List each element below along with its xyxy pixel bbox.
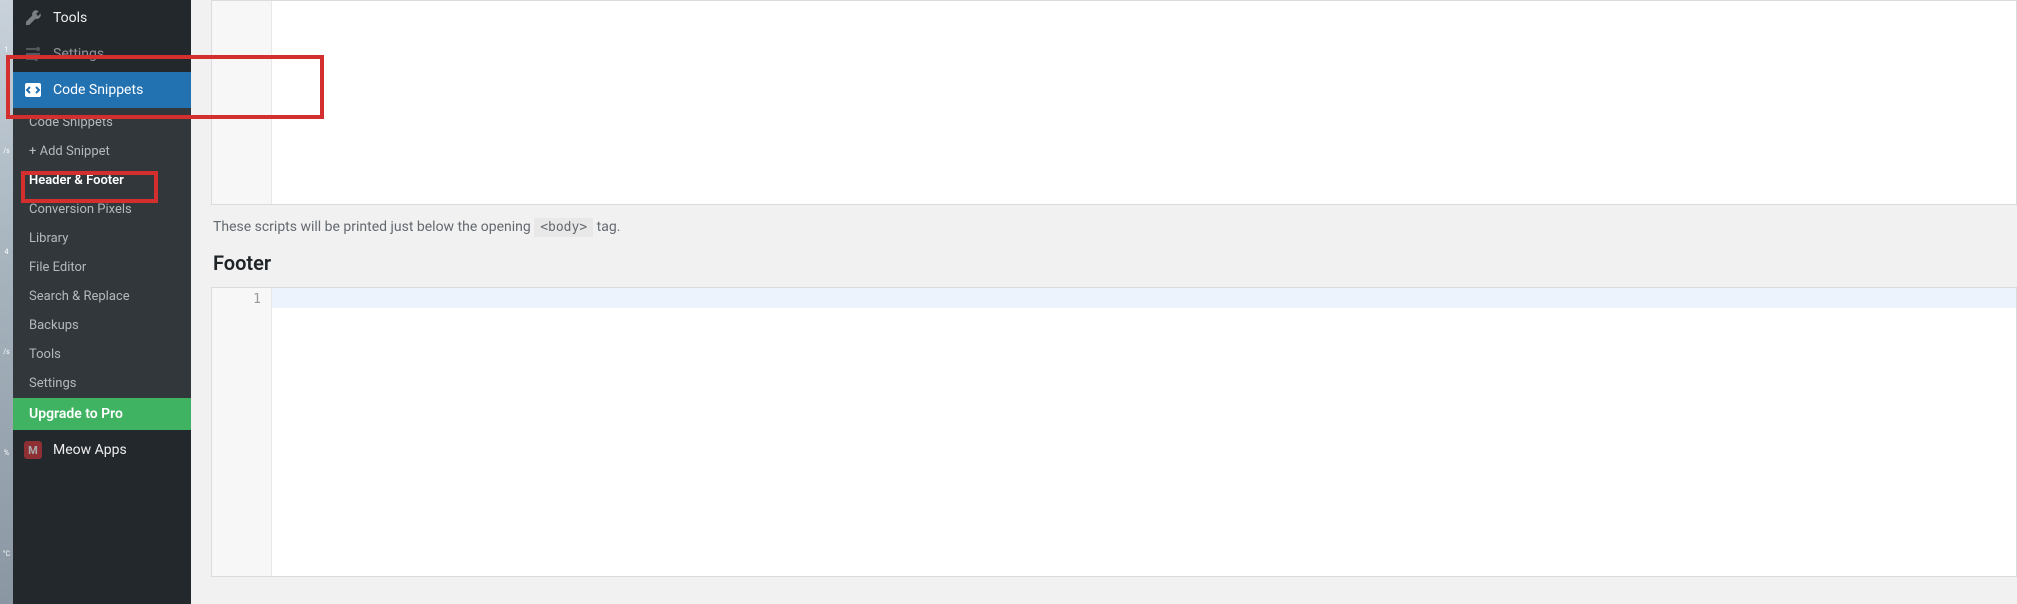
sub-item-header-footer[interactable]: Header & Footer	[13, 166, 191, 195]
edge-stat: 1	[5, 46, 9, 54]
hint-text: tag.	[597, 219, 621, 235]
admin-sidebar: Tools Settings Code Snippets Code Snippe…	[13, 0, 191, 604]
editor-gutter: 1	[212, 288, 272, 576]
hint-text: These scripts will be printed just below…	[213, 219, 534, 235]
sub-item-code-snippets[interactable]: Code Snippets	[13, 108, 191, 137]
edge-stat: °C	[3, 550, 10, 558]
footer-scripts-editor[interactable]: 1	[211, 287, 2017, 577]
footer-section-heading: Footer	[211, 247, 2017, 287]
sliders-icon	[23, 44, 43, 64]
editor-gutter	[212, 1, 272, 204]
main-content: These scripts will be printed just below…	[191, 0, 2017, 604]
sub-item-file-editor[interactable]: File Editor	[13, 253, 191, 282]
sidebar-item-label: Settings	[53, 46, 104, 62]
code-snippets-icon	[23, 80, 43, 100]
edge-stat: %	[4, 449, 9, 457]
sub-item-settings[interactable]: Settings	[13, 369, 191, 398]
meow-apps-icon: M	[23, 440, 43, 460]
sidebar-item-tools[interactable]: Tools	[13, 0, 191, 36]
body-scripts-editor[interactable]	[211, 0, 2017, 205]
editor-code-area[interactable]	[272, 288, 2016, 576]
hint-tag-code: <body>	[534, 218, 593, 237]
code-snippets-submenu: Code Snippets + Add Snippet Header & Foo…	[13, 108, 191, 430]
system-edge-bar: 1 /s 4 /s % °C	[0, 0, 13, 604]
body-scripts-hint: These scripts will be printed just below…	[211, 213, 2017, 247]
sub-item-conversion-pixels[interactable]: Conversion Pixels	[13, 195, 191, 224]
sidebar-item-code-snippets[interactable]: Code Snippets	[13, 72, 191, 108]
sidebar-item-label: Meow Apps	[53, 442, 127, 458]
sidebar-item-settings[interactable]: Settings	[13, 36, 191, 72]
editor-code-area[interactable]	[272, 1, 2016, 204]
edge-stat: 4	[5, 248, 9, 256]
editor-current-line[interactable]	[272, 288, 2016, 308]
sub-item-tools[interactable]: Tools	[13, 340, 191, 369]
edge-stat: /s	[3, 147, 10, 155]
sidebar-item-label: Tools	[53, 10, 87, 26]
wrench-icon	[23, 8, 43, 28]
sub-item-search-replace[interactable]: Search & Replace	[13, 282, 191, 311]
sub-item-add-snippet[interactable]: + Add Snippet	[13, 137, 191, 166]
sub-item-library[interactable]: Library	[13, 224, 191, 253]
sidebar-item-meow-apps[interactable]: M Meow Apps	[13, 430, 191, 468]
edge-stat: /s	[3, 348, 10, 356]
sidebar-item-label: Code Snippets	[53, 82, 143, 98]
line-number: 1	[253, 292, 261, 307]
sub-item-upgrade-pro[interactable]: Upgrade to Pro	[13, 398, 191, 430]
sub-item-backups[interactable]: Backups	[13, 311, 191, 340]
